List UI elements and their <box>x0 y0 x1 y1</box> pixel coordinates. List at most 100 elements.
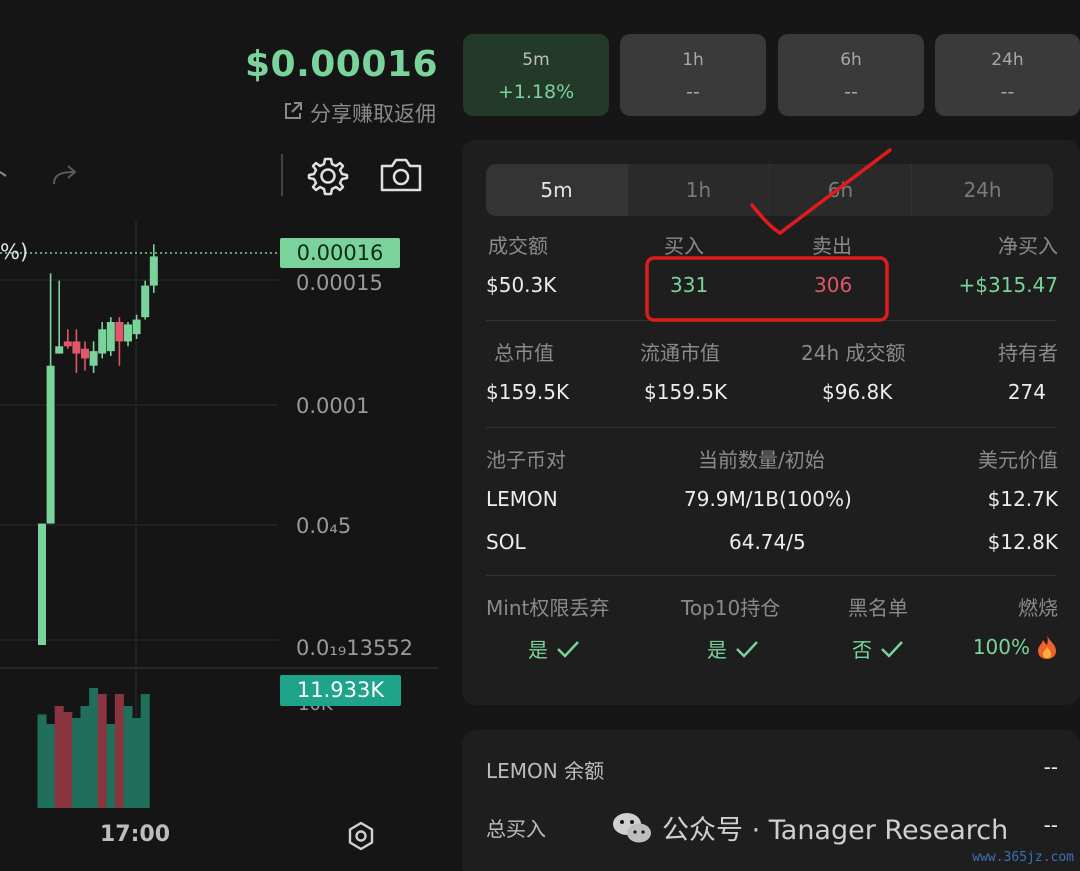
site-watermark: www.365jz.com <box>972 850 1074 865</box>
check-icon <box>557 640 579 658</box>
chart-settings-icon[interactable] <box>345 820 377 856</box>
candle-body <box>63 341 72 347</box>
share-label: 分享赚取返佣 <box>310 102 436 126</box>
token-stats-panel: 5m 1h 6h 24h 成交额 买入 卖出 净买入 $50.3K 331 30… <box>462 140 1080 705</box>
sells-header: 卖出 <box>812 234 852 258</box>
mint-authority-value: 是 <box>528 638 548 662</box>
volume-value: $50.3K <box>486 273 557 297</box>
y-tick-label: 0.00015 <box>296 271 383 295</box>
timeframe-label: 5m <box>522 50 550 70</box>
timeframe-change: -- <box>1000 81 1015 103</box>
volume-24h-value: $96.8K <box>822 380 893 404</box>
chart-left-label: %) <box>0 240 29 264</box>
divider <box>486 427 1057 428</box>
volume-bar <box>71 718 81 808</box>
blacklist-header: 黑名单 <box>848 596 908 620</box>
y-tick-label: 0.0₄5 <box>296 514 351 538</box>
candle-body <box>72 341 81 354</box>
buys-header: 买入 <box>664 234 704 258</box>
time-axis-label: 17:00 <box>100 822 171 847</box>
top10-holdings-header: Top10持仓 <box>681 596 781 620</box>
timeframe-label: 1h <box>682 50 704 70</box>
y-tick-label: 0.0₁₉13552 <box>296 636 413 660</box>
timeframe-card-5m[interactable]: 5m +1.18% <box>463 34 609 116</box>
share-link[interactable]: 分享赚取返佣 <box>282 98 436 128</box>
blacklist-status: 否 <box>852 634 904 663</box>
volume-bar <box>80 706 90 808</box>
balance-title: LEMON 余额 <box>486 759 605 783</box>
y-tick-label: 0.0001 <box>296 394 369 418</box>
pool-pair-lemon: LEMON <box>486 487 558 511</box>
candle-body <box>115 322 124 342</box>
tab-24h[interactable]: 24h <box>912 164 1053 216</box>
candle-body <box>38 523 46 645</box>
top10-value: 是 <box>707 638 727 662</box>
divider <box>486 320 1057 321</box>
pool-amount-sol: 64.74/5 <box>729 530 806 554</box>
volume-bar <box>63 712 73 808</box>
circulating-cap-value: $159.5K <box>644 380 728 404</box>
timeframe-label: 6h <box>840 50 862 70</box>
watermark-text: 公众号 · Tanager Research <box>662 815 1009 846</box>
timeframe-card-1h[interactable]: 1h -- <box>620 34 766 116</box>
volume-24h-header: 24h 成交额 <box>801 341 906 365</box>
watermark: 公众号 · Tanager Research <box>612 808 1008 847</box>
pool-pair-header: 池子币对 <box>486 448 566 472</box>
timeframe-change: -- <box>844 81 858 103</box>
mint-authority-header: Mint权限丢弃 <box>486 596 610 620</box>
candle-body <box>149 256 158 286</box>
blacklist-value: 否 <box>852 638 872 662</box>
divider <box>486 575 1057 576</box>
check-icon <box>881 640 903 658</box>
volume-bar <box>114 694 124 808</box>
volume-bar <box>140 694 150 808</box>
holders-header: 持有者 <box>998 341 1058 365</box>
total-buy-label: 总买入 <box>486 817 546 841</box>
timeframe-change: -- <box>686 81 700 103</box>
timeframe-card-6h[interactable]: 6h -- <box>778 34 924 116</box>
candle-body <box>98 329 107 354</box>
wechat-icon <box>613 812 651 842</box>
check-icon <box>736 640 758 658</box>
top10-status: 是 <box>707 634 759 663</box>
pool-amount-lemon: 79.9M/1B(100%) <box>684 487 852 511</box>
pool-pair-sol: SOL <box>486 530 526 554</box>
pool-usd-lemon: $12.7K <box>987 487 1058 511</box>
current-price-tag: 0.00016 <box>280 238 400 268</box>
candle-body <box>124 324 132 342</box>
volume-bar <box>123 706 133 808</box>
sells-count: 306 <box>814 273 853 297</box>
balance-value: -- <box>1043 755 1058 779</box>
market-cap-header: 总市值 <box>494 341 554 365</box>
volume-header: 成交额 <box>488 234 548 258</box>
burn-header: 燃烧 <box>1018 596 1058 620</box>
market-cap-value: $159.5K <box>486 380 570 404</box>
candle-body <box>89 351 98 366</box>
fire-icon <box>1038 635 1056 659</box>
total-buy-value: -- <box>1043 813 1058 837</box>
tab-6h[interactable]: 6h <box>770 164 912 216</box>
volume-bar <box>89 688 99 808</box>
tab-1h[interactable]: 1h <box>628 164 770 216</box>
mint-authority-status: 是 <box>528 634 580 663</box>
share-icon <box>282 100 304 127</box>
volume-bar <box>46 724 56 808</box>
timeframe-label: 24h <box>991 50 1024 70</box>
pool-amount-header: 当前数量/初始 <box>698 448 825 472</box>
pool-usd-sol: $12.8K <box>987 530 1058 554</box>
candle-body <box>141 285 150 318</box>
timeframe-card-24h[interactable]: 24h -- <box>935 34 1080 116</box>
circulating-cap-header: 流通市值 <box>640 341 720 365</box>
net-buy-header: 净买入 <box>998 234 1058 258</box>
stats-timeframe-tabs: 5m 1h 6h 24h <box>486 164 1053 216</box>
volume-tag: 11.933K <box>280 675 401 706</box>
candle-body <box>106 322 115 352</box>
chart-area: $0.00016 分享赚取返佣 0.00015 0.0001 0.0₄5 0.0₁₉1… <box>0 0 448 871</box>
tab-5m[interactable]: 5m <box>486 164 628 216</box>
burn-value: 100% <box>972 635 1030 659</box>
holders-value: 274 <box>1007 380 1046 404</box>
volume-bar <box>37 714 47 808</box>
volume-bar <box>132 718 142 808</box>
candle-body <box>132 319 141 335</box>
candle-body <box>46 365 55 524</box>
